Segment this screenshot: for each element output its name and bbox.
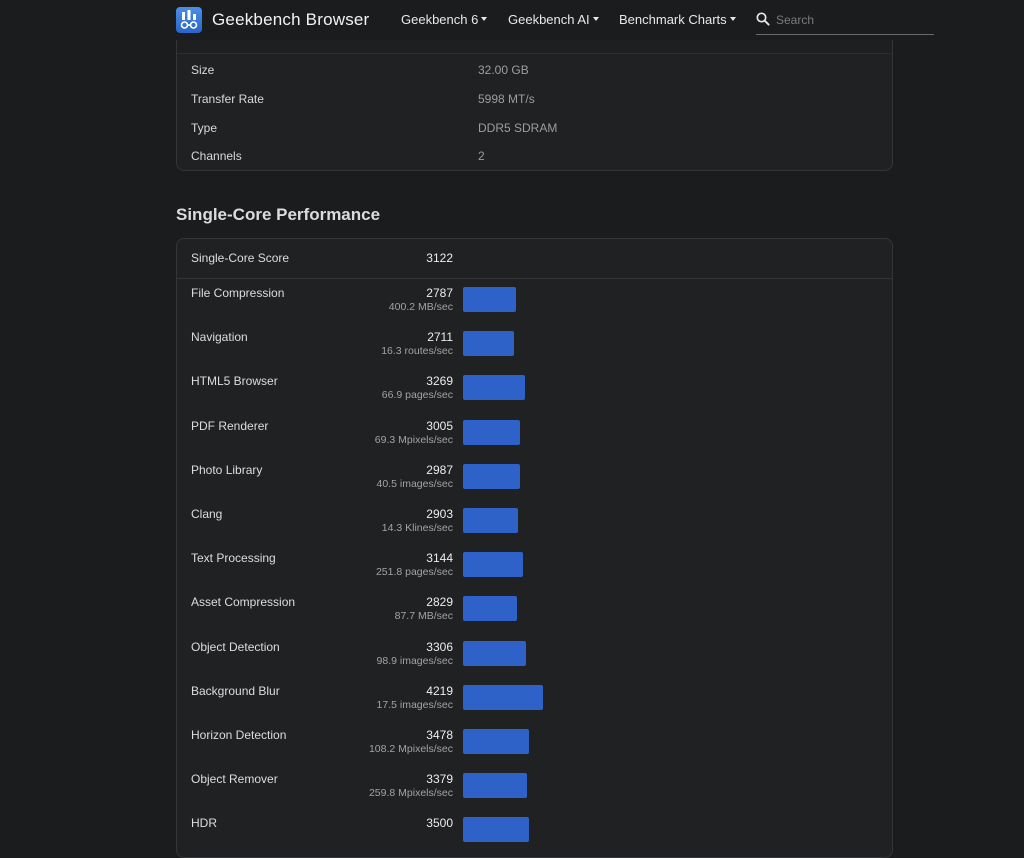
- benchmark-bar: [463, 596, 517, 622]
- benchmark-score: 2787: [426, 286, 453, 300]
- benchmark-score: 3306: [426, 639, 453, 654]
- menu-geekbench-6-label: Geekbench 6: [401, 12, 479, 27]
- benchmark-rate: 98.9 images/sec: [376, 654, 453, 667]
- benchmark-score: 3500: [426, 816, 453, 831]
- benchmark-row: Text Processing 3144 251.8 pages/sec: [177, 551, 892, 591]
- caret-down-icon: [592, 17, 599, 21]
- benchmark-name: Clang: [191, 507, 223, 521]
- memory-value: DDR5 SDRAM: [478, 121, 558, 135]
- single-core-score-row: Single-Core Score 3122: [177, 239, 892, 279]
- benchmark-bar: [463, 817, 529, 843]
- caret-down-icon: [729, 17, 736, 21]
- benchmark-row: Navigation 2711 16.3 routes/sec: [177, 330, 892, 370]
- benchmark-row: Clang 2903 14.3 Klines/sec: [177, 507, 892, 547]
- benchmark-score: 2711: [427, 330, 453, 345]
- single-core-score-label: Single-Core Score: [191, 251, 290, 265]
- benchmark-bar: [463, 552, 523, 578]
- benchmark-row: HDR 3500: [177, 816, 892, 856]
- benchmark-bar: [463, 773, 527, 799]
- search-box: [756, 8, 934, 35]
- memory-label: Transfer Rate: [191, 92, 264, 106]
- brand-name: Geekbench Browser: [212, 10, 370, 29]
- benchmark-name: Navigation: [191, 330, 248, 345]
- benchmark-name: Asset Compression: [191, 595, 296, 610]
- memory-info-card: Size 32.00 GB Transfer Rate 5998 MT/s Ty…: [176, 40, 893, 171]
- card-header-strip: [177, 40, 892, 54]
- section-title-single-core: Single-Core Performance: [176, 205, 381, 224]
- benchmark-score: 3005: [426, 418, 453, 433]
- memory-label: Channels: [191, 149, 242, 163]
- benchmark-rate: 69.3 Mpixels/sec: [374, 433, 453, 446]
- benchmark-rate: 400.2 MB/sec: [388, 301, 453, 313]
- benchmark-name: Horizon Detection: [191, 728, 287, 742]
- benchmark-bar: [463, 287, 516, 312]
- benchmark-row: HTML5 Browser 3269 66.9 pages/sec: [177, 374, 892, 414]
- benchmark-bar: [463, 640, 526, 666]
- benchmark-rate: 251.8 pages/sec: [375, 566, 453, 579]
- caret-down-icon: [481, 17, 488, 21]
- benchmark-rate: 17.5 images/sec: [376, 698, 453, 711]
- menu-benchmark-charts[interactable]: Benchmark Charts: [619, 12, 736, 27]
- benchmark-name: Object Remover: [191, 772, 278, 787]
- benchmark-name: HTML5 Browser: [191, 374, 278, 389]
- benchmark-bar: [463, 729, 529, 754]
- benchmark-bar: [463, 331, 514, 357]
- menu-geekbench-ai-label: Geekbench AI: [508, 12, 590, 27]
- memory-label: Type: [191, 121, 218, 135]
- menu-geekbench-ai[interactable]: Geekbench AI: [508, 12, 599, 27]
- benchmark-name: HDR: [191, 816, 217, 831]
- benchmark-score: 2903: [426, 507, 453, 521]
- top-navbar: Geekbench Browser Geekbench 6 Geekbench …: [0, 0, 1024, 40]
- brand-link[interactable]: Geekbench Browser: [176, 7, 369, 33]
- benchmark-name: Text Processing: [191, 551, 276, 566]
- benchmark-score: 3144: [426, 551, 453, 566]
- benchmark-row: Photo Library 2987 40.5 images/sec: [177, 463, 892, 503]
- benchmark-score: 4219: [426, 683, 453, 698]
- search-input[interactable]: [776, 11, 926, 29]
- benchmark-row: Object Detection 3306 98.9 images/sec: [177, 640, 892, 680]
- memory-label: Size: [191, 63, 215, 77]
- benchmark-rate: 87.7 MB/sec: [394, 610, 453, 623]
- benchmark-rate: 66.9 pages/sec: [381, 389, 453, 402]
- benchmark-score: 3269: [426, 374, 453, 389]
- benchmark-row: Object Remover 3379 259.8 Mpixels/sec: [177, 772, 892, 812]
- menu-benchmark-charts-label: Benchmark Charts: [619, 12, 727, 27]
- memory-value: 2: [478, 149, 485, 163]
- benchmark-name: PDF Renderer: [191, 418, 269, 433]
- benchmark-rate: 40.5 images/sec: [376, 477, 453, 490]
- memory-value: 32.00 GB: [478, 63, 529, 77]
- benchmark-rate: 108.2 Mpixels/sec: [368, 743, 453, 755]
- benchmark-name: Object Detection: [191, 639, 280, 654]
- memory-value: 5998 MT/s: [478, 92, 535, 106]
- benchmark-row: File Compression 2787 400.2 MB/sec: [177, 286, 892, 326]
- benchmark-bar: [463, 684, 543, 710]
- single-core-score-value: 3122: [426, 251, 453, 265]
- search-icon[interactable]: [756, 12, 770, 26]
- menu-geekbench-6[interactable]: Geekbench 6: [401, 12, 488, 27]
- benchmark-bar: [463, 463, 520, 489]
- benchmark-rate: 16.3 routes/sec: [381, 345, 453, 358]
- benchmark-rate: 14.3 Klines/sec: [381, 522, 453, 534]
- benchmark-name: Photo Library: [191, 462, 263, 477]
- benchmark-rate: 259.8 Mpixels/sec: [368, 787, 453, 800]
- benchmark-row: Horizon Detection 3478 108.2 Mpixels/sec: [177, 728, 892, 768]
- benchmark-row: Asset Compression 2829 87.7 MB/sec: [177, 595, 892, 635]
- benchmark-name: File Compression: [191, 286, 285, 300]
- benchmark-score: 3478: [426, 728, 453, 742]
- benchmark-score: 2987: [426, 462, 453, 477]
- benchmark-row: PDF Renderer 3005 69.3 Mpixels/sec: [177, 419, 892, 459]
- benchmark-row: Background Blur 4219 17.5 images/sec: [177, 684, 892, 724]
- benchmark-score: 2829: [426, 595, 453, 610]
- benchmark-bar: [463, 375, 525, 401]
- single-core-card: Single-Core Score 3122 File Compression 2…: [176, 238, 893, 858]
- benchmark-name: Background Blur: [191, 683, 280, 698]
- benchmark-bar: [463, 508, 518, 533]
- geekbench-logo-icon: [176, 7, 202, 33]
- benchmark-bar: [463, 419, 520, 445]
- benchmark-score: 3379: [426, 772, 453, 787]
